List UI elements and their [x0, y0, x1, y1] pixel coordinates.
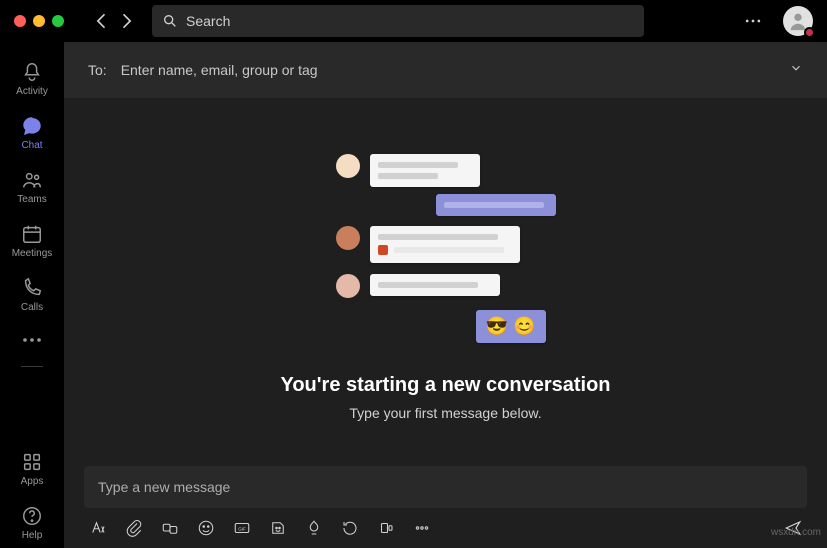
- message-input[interactable]: Type a new message: [84, 466, 807, 508]
- empty-subline: Type your first message below.: [349, 405, 541, 421]
- bell-icon: [20, 60, 44, 84]
- rail-label: Activity: [16, 86, 48, 97]
- rail-label: Help: [22, 530, 43, 541]
- window-controls: [14, 15, 64, 27]
- empty-state: 😎 😊 You're starting a new conversation T…: [64, 98, 827, 466]
- conversation-illustration: 😎 😊: [336, 154, 556, 354]
- phone-icon: [20, 276, 44, 300]
- rail-chat[interactable]: Chat: [0, 106, 64, 158]
- close-window-icon[interactable]: [14, 15, 26, 27]
- apps-icon: [20, 450, 44, 474]
- rail-more-icon[interactable]: [20, 328, 44, 352]
- to-bar: To: Enter name, email, group or tag: [64, 42, 827, 98]
- message-placeholder: Type a new message: [98, 479, 230, 495]
- praise-icon[interactable]: [304, 518, 324, 538]
- stream-icon[interactable]: [376, 518, 396, 538]
- presence-busy-icon: [804, 27, 815, 38]
- emoji-icon[interactable]: [196, 518, 216, 538]
- empty-headline: You're starting a new conversation: [280, 374, 610, 397]
- rail-meetings[interactable]: Meetings: [0, 214, 64, 266]
- chat-content: To: Enter name, email, group or tag: [64, 42, 827, 548]
- to-label: To:: [88, 62, 107, 78]
- search-placeholder: Search: [186, 13, 230, 29]
- rail-label: Teams: [17, 194, 46, 205]
- attach-icon[interactable]: [124, 518, 144, 538]
- title-bar: Search: [0, 0, 827, 42]
- compose-toolbar: GIF: [84, 518, 807, 538]
- search-input[interactable]: Search: [152, 5, 644, 37]
- search-icon: [162, 13, 178, 29]
- rail-apps[interactable]: Apps: [0, 442, 64, 494]
- to-input[interactable]: Enter name, email, group or tag: [121, 62, 789, 78]
- loop-icon[interactable]: [160, 518, 180, 538]
- gif-icon[interactable]: GIF: [232, 518, 252, 538]
- minimize-window-icon[interactable]: [33, 15, 45, 27]
- svg-text:GIF: GIF: [238, 526, 246, 531]
- rail-activity[interactable]: Activity: [0, 52, 64, 104]
- rail-help[interactable]: Help: [0, 496, 64, 548]
- sticker-icon[interactable]: [268, 518, 288, 538]
- calendar-icon: [20, 222, 44, 246]
- profile-button[interactable]: [783, 6, 813, 36]
- forward-icon[interactable]: [116, 11, 136, 31]
- rail-separator: [21, 366, 43, 367]
- format-icon[interactable]: [88, 518, 108, 538]
- rail-calls[interactable]: Calls: [0, 268, 64, 320]
- teams-icon: [20, 168, 44, 192]
- maximize-window-icon[interactable]: [52, 15, 64, 27]
- rail-label: Calls: [21, 302, 43, 313]
- schedule-icon[interactable]: [340, 518, 360, 538]
- back-icon[interactable]: [92, 11, 112, 31]
- rail-teams[interactable]: Teams: [0, 160, 64, 212]
- more-actions-icon[interactable]: [412, 518, 432, 538]
- app-rail: Activity Chat Teams Meetings Calls Apps …: [0, 42, 64, 548]
- chat-icon: [20, 114, 44, 138]
- composer: Type a new message GIF: [64, 466, 827, 548]
- help-icon: [20, 504, 44, 528]
- watermark: wsxdn.com: [771, 527, 821, 538]
- chevron-down-icon[interactable]: [789, 61, 803, 80]
- rail-label: Meetings: [12, 248, 53, 259]
- rail-label: Chat: [21, 140, 42, 151]
- settings-more-icon[interactable]: [743, 11, 763, 31]
- rail-label: Apps: [21, 476, 44, 487]
